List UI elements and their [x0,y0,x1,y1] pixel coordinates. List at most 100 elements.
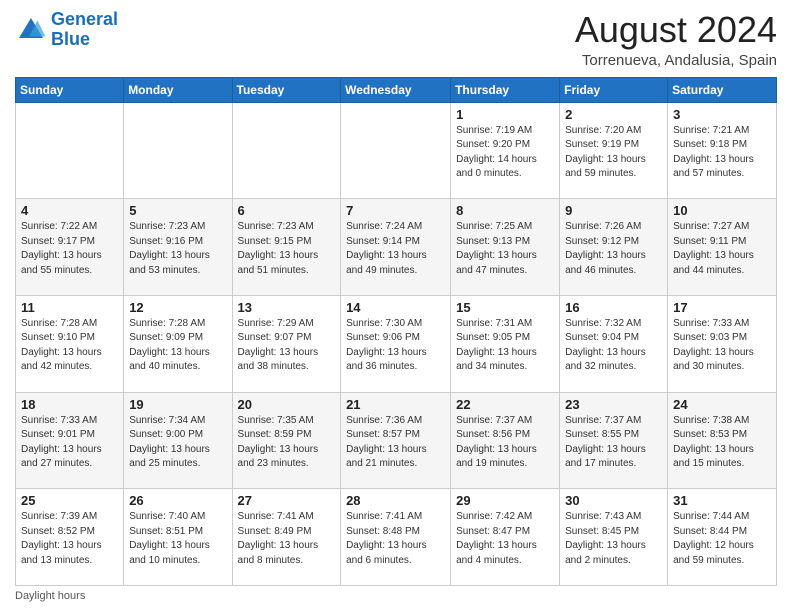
calendar-cell: 11 Sunrise: 7:28 AMSunset: 9:10 PMDayligh… [16,295,124,392]
day-number: 3 [673,107,771,122]
day-info: Sunrise: 7:21 AMSunset: 9:18 PMDaylight:… [673,124,771,182]
day-info: Sunrise: 7:25 AMSunset: 9:13 PMDaylight:… [456,220,554,278]
calendar-cell: 26Sunrise: 7:40 AMSunset: 8:51 PMDayligh… [124,489,232,586]
day-number: 16 [565,300,662,315]
day-number: 30 [565,493,662,508]
day-info: Sunrise: 7:20 AMSunset: 9:19 PMDaylight:… [565,124,662,182]
day-number: 9 [565,203,662,218]
day-number: 23 [565,397,662,412]
day-number: 14 [346,300,445,315]
calendar-row: 1 Sunrise: 7:19 AMSunset: 9:20 PMDaylight… [16,102,777,199]
calendar-cell: 18 Sunrise: 7:33 AMSunset: 9:01 PMDayligh… [16,392,124,489]
header-day: Monday [124,77,232,102]
day-number: 29 [456,493,554,508]
day-number: 18 [21,397,118,412]
header-day: Wednesday [341,77,451,102]
calendar-cell: 12 Sunrise: 7:28 AMSunset: 9:09 PMDayligh… [124,295,232,392]
header: General Blue August 2024 Torrenueva, And… [15,10,777,69]
day-number: 31 [673,493,771,508]
day-info: Sunrise: 7:28 AMSunset: 9:10 PMDaylight:… [21,317,118,375]
day-info: Sunrise: 7:23 AMSunset: 9:15 PMDaylight:… [238,220,336,278]
day-number: 11 [21,300,118,315]
day-info: Sunrise: 7:28 AMSunset: 9:09 PMDaylight:… [129,317,226,375]
day-number: 20 [238,397,336,412]
day-info: Sunrise: 7:23 AMSunset: 9:16 PMDaylight:… [129,220,226,278]
calendar-cell [124,102,232,199]
page: General Blue August 2024 Torrenueva, And… [0,0,792,612]
logo-general: General [51,9,118,29]
header-day: Sunday [16,77,124,102]
calendar-cell: 22Sunrise: 7:37 AMSunset: 8:56 PMDayligh… [451,392,560,489]
day-number: 17 [673,300,771,315]
title-block: August 2024 Torrenueva, Andalusia, Spain [575,10,777,69]
calendar-cell: 3 Sunrise: 7:21 AMSunset: 9:18 PMDaylight… [668,102,777,199]
logo: General Blue [15,10,118,50]
day-info: Sunrise: 7:33 AMSunset: 9:03 PMDaylight:… [673,317,771,375]
calendar-row: 18 Sunrise: 7:33 AMSunset: 9:01 PMDayligh… [16,392,777,489]
calendar-cell: 27Sunrise: 7:41 AMSunset: 8:49 PMDayligh… [232,489,341,586]
day-info: Sunrise: 7:32 AMSunset: 9:04 PMDaylight:… [565,317,662,375]
day-number: 24 [673,397,771,412]
header-row: SundayMondayTuesdayWednesdayThursdayFrid… [16,77,777,102]
day-info: Sunrise: 7:43 AMSunset: 8:45 PMDaylight:… [565,510,662,568]
calendar-cell: 10Sunrise: 7:27 AMSunset: 9:11 PMDayligh… [668,199,777,296]
header-day: Thursday [451,77,560,102]
day-info: Sunrise: 7:19 AMSunset: 9:20 PMDaylight:… [456,124,554,182]
calendar-row: 11 Sunrise: 7:28 AMSunset: 9:10 PMDayligh… [16,295,777,392]
header-day: Saturday [668,77,777,102]
day-number: 13 [238,300,336,315]
day-number: 27 [238,493,336,508]
calendar-cell: 15Sunrise: 7:31 AMSunset: 9:05 PMDayligh… [451,295,560,392]
calendar-cell: 14Sunrise: 7:30 AMSunset: 9:06 PMDayligh… [341,295,451,392]
calendar-cell: 28 Sunrise: 7:41 AMSunset: 8:48 PMDayligh… [341,489,451,586]
calendar-cell: 1 Sunrise: 7:19 AMSunset: 9:20 PMDaylight… [451,102,560,199]
day-info: Sunrise: 7:44 AMSunset: 8:44 PMDaylight:… [673,510,771,568]
calendar-row: 25Sunrise: 7:39 AMSunset: 8:52 PMDayligh… [16,489,777,586]
day-info: Sunrise: 7:37 AMSunset: 8:56 PMDaylight:… [456,414,554,472]
day-number: 4 [21,203,118,218]
calendar-cell: 5Sunrise: 7:23 AMSunset: 9:16 PMDaylight… [124,199,232,296]
day-number: 28 [346,493,445,508]
day-info: Sunrise: 7:42 AMSunset: 8:47 PMDaylight:… [456,510,554,568]
footer-label: Daylight hours [15,590,85,602]
day-number: 15 [456,300,554,315]
day-number: 6 [238,203,336,218]
day-info: Sunrise: 7:38 AMSunset: 8:53 PMDaylight:… [673,414,771,472]
calendar-cell: 30 Sunrise: 7:43 AMSunset: 8:45 PMDayligh… [560,489,668,586]
day-number: 10 [673,203,771,218]
day-number: 2 [565,107,662,122]
calendar-cell: 25Sunrise: 7:39 AMSunset: 8:52 PMDayligh… [16,489,124,586]
day-number: 21 [346,397,445,412]
day-info: Sunrise: 7:36 AMSunset: 8:57 PMDaylight:… [346,414,445,472]
calendar-cell: 7Sunrise: 7:24 AMSunset: 9:14 PMDaylight… [341,199,451,296]
day-info: Sunrise: 7:26 AMSunset: 9:12 PMDaylight:… [565,220,662,278]
calendar-cell: 8Sunrise: 7:25 AMSunset: 9:13 PMDaylight… [451,199,560,296]
logo-blue: Blue [51,29,90,49]
calendar-cell: 21 Sunrise: 7:36 AMSunset: 8:57 PMDayligh… [341,392,451,489]
day-number: 25 [21,493,118,508]
calendar-cell: 31 Sunrise: 7:44 AMSunset: 8:44 PMDayligh… [668,489,777,586]
calendar-header: SundayMondayTuesdayWednesdayThursdayFrid… [16,77,777,102]
day-info: Sunrise: 7:35 AMSunset: 8:59 PMDaylight:… [238,414,336,472]
day-number: 1 [456,107,554,122]
calendar-cell: 19Sunrise: 7:34 AMSunset: 9:00 PMDayligh… [124,392,232,489]
day-info: Sunrise: 7:22 AMSunset: 9:17 PMDaylight:… [21,220,118,278]
calendar-cell: 20 Sunrise: 7:35 AMSunset: 8:59 PMDayligh… [232,392,341,489]
day-number: 7 [346,203,445,218]
day-info: Sunrise: 7:33 AMSunset: 9:01 PMDaylight:… [21,414,118,472]
day-number: 12 [129,300,226,315]
header-day: Friday [560,77,668,102]
calendar-cell: 4 Sunrise: 7:22 AMSunset: 9:17 PMDaylight… [16,199,124,296]
calendar-cell: 13Sunrise: 7:29 AMSunset: 9:07 PMDayligh… [232,295,341,392]
calendar-cell: 17 Sunrise: 7:33 AMSunset: 9:03 PMDayligh… [668,295,777,392]
calendar-body: 1 Sunrise: 7:19 AMSunset: 9:20 PMDaylight… [16,102,777,585]
calendar-cell: 9 Sunrise: 7:26 AMSunset: 9:12 PMDaylight… [560,199,668,296]
calendar-cell: 16 Sunrise: 7:32 AMSunset: 9:04 PMDayligh… [560,295,668,392]
calendar-cell: 6 Sunrise: 7:23 AMSunset: 9:15 PMDaylight… [232,199,341,296]
subtitle: Torrenueva, Andalusia, Spain [575,52,777,69]
day-number: 26 [129,493,226,508]
day-info: Sunrise: 7:37 AMSunset: 8:55 PMDaylight:… [565,414,662,472]
day-info: Sunrise: 7:41 AMSunset: 8:48 PMDaylight:… [346,510,445,568]
logo-text: General Blue [51,10,118,50]
calendar-cell: 24 Sunrise: 7:38 AMSunset: 8:53 PMDayligh… [668,392,777,489]
